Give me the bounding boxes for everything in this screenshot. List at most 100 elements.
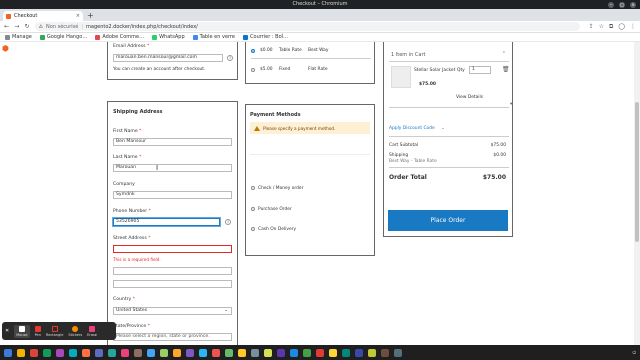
taskbar-app-icon[interactable]: [212, 348, 220, 357]
discount-chevron-icon[interactable]: ⌄: [441, 126, 445, 131]
payment-radio-check[interactable]: [251, 186, 255, 190]
taskbar-app-icon[interactable]: [290, 348, 298, 357]
bookmark-item[interactable]: Adobe Comme…: [95, 34, 144, 40]
bookmark-favicon-icon: [5, 34, 10, 40]
first-name-field[interactable]: Ben Mansour: [113, 138, 232, 146]
rate-radio-1[interactable]: [251, 68, 255, 72]
new-tab-button[interactable]: +: [87, 11, 94, 20]
rate-carrier-1: Flat Rate: [308, 67, 328, 72]
taskbar-app-icon[interactable]: [381, 348, 389, 357]
taskbar-app-icon[interactable]: [160, 348, 168, 357]
company-field[interactable]: Symdnk: [113, 191, 232, 199]
payment-radio-cod[interactable]: [251, 227, 255, 231]
tab-close-icon[interactable]: ×: [76, 13, 80, 19]
taskbar-app-icon[interactable]: [4, 348, 12, 357]
rate-radio-0[interactable]: [251, 49, 255, 53]
minimize-icon[interactable]: –: [608, 1, 614, 8]
taskbar-app-icon[interactable]: [342, 348, 350, 357]
taskbar-app-icon[interactable]: [355, 348, 363, 357]
magento-logo-icon[interactable]: ⬢: [2, 45, 9, 53]
close-icon[interactable]: ×: [630, 1, 636, 8]
view-details-link[interactable]: View Details: [456, 95, 483, 100]
back-icon[interactable]: ←: [4, 23, 9, 30]
street-line-3-field[interactable]: [113, 280, 232, 288]
profile-icon[interactable]: ◯: [618, 23, 625, 31]
qty-field[interactable]: 1: [469, 66, 491, 74]
extensions-icon[interactable]: ⧉: [609, 23, 613, 31]
taskbar-app-icon[interactable]: [251, 348, 259, 357]
taskbar-app-icon[interactable]: [225, 348, 233, 357]
tool-pen[interactable]: Pen: [35, 325, 41, 337]
taskbar-app-icon[interactable]: [134, 348, 142, 357]
place-order-button[interactable]: Place Order: [388, 210, 508, 231]
taskbar-app-icon[interactable]: [186, 348, 194, 357]
taskbar-app-icon[interactable]: [394, 348, 402, 357]
payment-option-cod[interactable]: Cash On Delivery: [258, 227, 296, 232]
bookmark-item[interactable]: Courrier : Boî…: [243, 34, 288, 40]
country-label: Country *: [113, 297, 136, 302]
tool-erase[interactable]: Erase: [87, 325, 97, 337]
bookmark-item[interactable]: WhatsApp: [152, 34, 185, 40]
company-label: Company: [113, 182, 135, 187]
tab-checkout[interactable]: Checkout ×: [3, 11, 83, 21]
taskbar-app-icon[interactable]: [329, 348, 337, 357]
apply-discount-link[interactable]: Apply Discount Code: [389, 126, 435, 131]
bookmark-item[interactable]: Table en verre: [192, 34, 235, 40]
reload-icon[interactable]: ↻: [24, 23, 29, 30]
taskbar-app-icon[interactable]: [277, 348, 285, 357]
taskbar-app-icon[interactable]: [30, 348, 38, 357]
region-label: State/Province *: [113, 324, 151, 329]
collapse-chevron-icon[interactable]: ⌃: [502, 51, 506, 57]
tool-mouse[interactable]: Mouse: [14, 324, 30, 338]
taskbar-app-icon[interactable]: [82, 348, 90, 357]
system-tray: ⏻: [632, 350, 636, 356]
browser-actions: ⇪ ☆ ⧉ ◯ ⋮: [589, 23, 636, 31]
taskbar-app-icon[interactable]: [316, 348, 324, 357]
taskbar-app-icon[interactable]: [368, 348, 376, 357]
url-field[interactable]: ⚠ Non sécurisé | magento2.docker/index.p…: [34, 22, 580, 31]
taskbar-app-icon[interactable]: [95, 348, 103, 357]
scroll-down-icon[interactable]: ▾: [510, 102, 512, 107]
payment-radio-po[interactable]: [251, 207, 255, 211]
rate-method-0: Table Rate: [279, 48, 302, 53]
taskbar-app-icon[interactable]: [69, 348, 77, 357]
bookmark-favicon-icon: [243, 34, 249, 40]
bookmark-item[interactable]: Manage: [5, 34, 32, 40]
country-select[interactable]: United States ⌄: [113, 307, 232, 315]
taskbar-app-icon[interactable]: [17, 348, 25, 357]
payment-option-po[interactable]: Purchase Order: [258, 207, 292, 212]
taskbar-app-icon[interactable]: [56, 348, 64, 357]
taskbar-app-icon[interactable]: [108, 348, 116, 357]
forward-icon[interactable]: →: [14, 23, 19, 30]
toolbar-close-icon[interactable]: ✕: [5, 328, 9, 334]
region-select[interactable]: Please select a region, state or provinc…: [113, 333, 232, 341]
taskbar-app-icon[interactable]: [147, 348, 155, 357]
delete-item-icon[interactable]: 🗑: [502, 66, 510, 73]
taskbar-app-icon[interactable]: [173, 348, 181, 357]
bookmark-item[interactable]: Google Hango…: [39, 34, 87, 40]
email-field[interactable]: marouan.ben.mansour@gmail.com: [113, 54, 223, 62]
tool-rectangle[interactable]: Rectangle: [46, 325, 63, 337]
rate-method-1: Fixed: [279, 67, 291, 72]
menu-icon[interactable]: ⋮: [630, 23, 636, 31]
taskbar-app-icon[interactable]: [199, 348, 207, 357]
taskbar-app-icon[interactable]: [43, 348, 51, 357]
bookmark-favicon-icon: [192, 34, 198, 40]
page-scrollbar[interactable]: [634, 42, 640, 360]
street-line-2-field[interactable]: [113, 267, 232, 275]
taskbar-app-icon[interactable]: [303, 348, 311, 357]
taskbar-app-icon[interactable]: [238, 348, 246, 357]
taskbar-app-icon[interactable]: [264, 348, 272, 357]
help-icon[interactable]: ?: [225, 219, 231, 225]
phone-field[interactable]: 53526905: [113, 218, 220, 226]
share-icon[interactable]: ⇪: [589, 23, 594, 31]
tab-title: Checkout: [14, 13, 38, 19]
street-line-1-field[interactable]: [113, 245, 232, 253]
maximize-icon[interactable]: □: [619, 1, 625, 8]
tool-stickers[interactable]: Stickers: [68, 325, 82, 337]
bookmark-star-icon[interactable]: ☆: [599, 23, 604, 31]
payment-option-check[interactable]: Check / Money order: [258, 186, 303, 191]
help-icon[interactable]: ?: [227, 55, 233, 61]
last-name-field[interactable]: Marouan: [113, 164, 232, 172]
taskbar-app-icon[interactable]: [121, 348, 129, 357]
